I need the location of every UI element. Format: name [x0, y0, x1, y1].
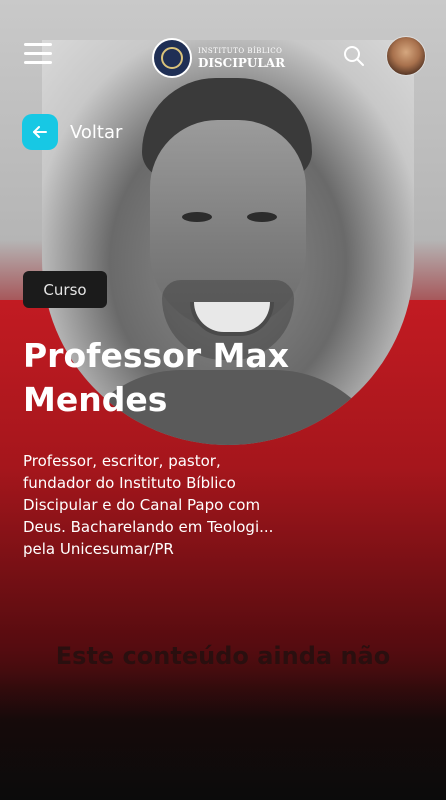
course-description: Professor, escritor, pastor, fundador do… [23, 452, 274, 558]
search-icon[interactable] [342, 44, 366, 68]
course-screen: INSTITUTO BÍBLICO DISCIPULAR Voltar Curs… [0, 0, 446, 800]
logo-seal-icon [152, 38, 192, 78]
logo[interactable]: INSTITUTO BÍBLICO DISCIPULAR [152, 38, 285, 78]
page-title: Professor Max Mendes [23, 336, 289, 419]
logo-line1: INSTITUTO BÍBLICO [198, 46, 283, 55]
content-notice: Este conteúdo ainda não [55, 642, 391, 670]
back-label: Voltar [70, 121, 123, 143]
top-bar: INSTITUTO BÍBLICO DISCIPULAR [0, 0, 446, 110]
back-button[interactable]: Voltar [22, 114, 122, 150]
course-badge: Curso [23, 271, 107, 308]
logo-line2: DISCIPULAR [198, 55, 286, 70]
user-avatar[interactable] [386, 36, 426, 76]
hamburger-menu-icon[interactable] [24, 40, 52, 68]
arrow-left-icon [22, 114, 58, 150]
